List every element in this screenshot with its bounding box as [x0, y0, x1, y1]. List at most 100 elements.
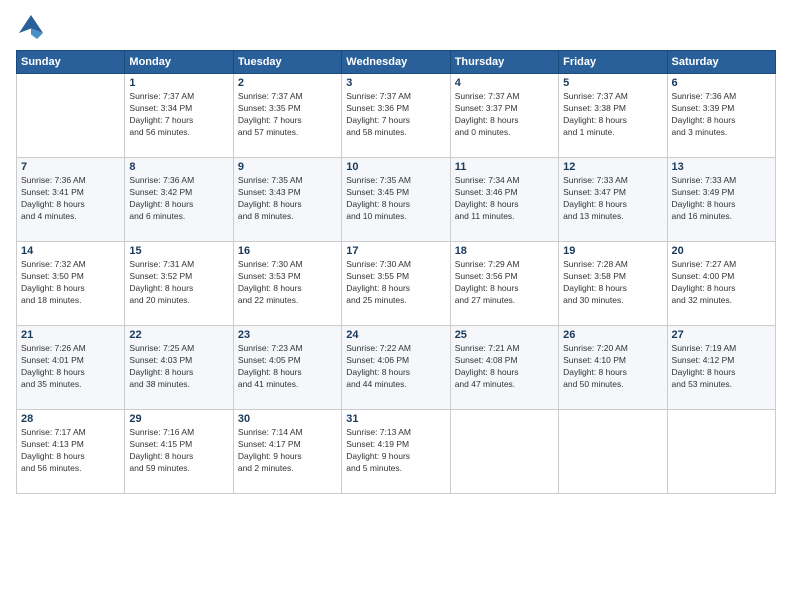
- weekday-header-row: SundayMondayTuesdayWednesdayThursdayFrid…: [17, 51, 776, 74]
- day-info: Sunrise: 7:20 AM Sunset: 4:10 PM Dayligh…: [563, 343, 662, 391]
- header: [16, 12, 776, 42]
- calendar-cell: 9 Sunrise: 7:35 AM Sunset: 3:43 PM Daylig…: [233, 158, 341, 242]
- calendar-cell: 8 Sunrise: 7:36 AM Sunset: 3:42 PM Daylig…: [125, 158, 233, 242]
- day-number: 8: [129, 161, 228, 173]
- week-row-1: 7Sunrise: 7:36 AM Sunset: 3:41 PM Daylig…: [17, 158, 776, 242]
- day-info: Sunrise: 7:29 AM Sunset: 3:56 PM Dayligh…: [455, 259, 554, 307]
- day-info: Sunrise: 7:35 AM Sunset: 3:43 PM Dayligh…: [238, 175, 337, 223]
- day-info: Sunrise: 7:34 AM Sunset: 3:46 PM Dayligh…: [455, 175, 554, 223]
- day-info: Sunrise: 7:28 AM Sunset: 3:58 PM Dayligh…: [563, 259, 662, 307]
- day-number: 2: [238, 77, 337, 89]
- weekday-header-saturday: Saturday: [667, 51, 775, 74]
- day-info: Sunrise: 7:36 AM Sunset: 3:39 PM Dayligh…: [672, 91, 771, 139]
- weekday-header-friday: Friday: [559, 51, 667, 74]
- calendar-cell: 6 Sunrise: 7:36 AM Sunset: 3:39 PM Daylig…: [667, 74, 775, 158]
- day-info: Sunrise: 7:30 AM Sunset: 3:53 PM Dayligh…: [238, 259, 337, 307]
- day-number: 10: [346, 161, 445, 173]
- day-info: Sunrise: 7:17 AM Sunset: 4:13 PM Dayligh…: [21, 427, 120, 475]
- calendar-cell: 24Sunrise: 7:22 AM Sunset: 4:06 PM Dayli…: [342, 326, 450, 410]
- day-number: 1: [129, 77, 228, 89]
- day-number: 24: [346, 329, 445, 341]
- calendar-cell: 28 Sunrise: 7:17 AM Sunset: 4:13 PM Dayli…: [17, 410, 125, 494]
- day-number: 30: [238, 413, 337, 425]
- weekday-header-wednesday: Wednesday: [342, 51, 450, 74]
- calendar-cell: 15 Sunrise: 7:31 AM Sunset: 3:52 PM Dayli…: [125, 242, 233, 326]
- day-number: 23: [238, 329, 337, 341]
- day-info: Sunrise: 7:27 AM Sunset: 4:00 PM Dayligh…: [672, 259, 771, 307]
- day-number: 5: [563, 77, 662, 89]
- calendar-cell: 17 Sunrise: 7:30 AM Sunset: 3:55 PM Dayli…: [342, 242, 450, 326]
- day-number: 15: [129, 245, 228, 257]
- week-row-2: 14 Sunrise: 7:32 AM Sunset: 3:50 PM Dayli…: [17, 242, 776, 326]
- day-info: Sunrise: 7:21 AM Sunset: 4:08 PM Dayligh…: [455, 343, 554, 391]
- calendar-table: SundayMondayTuesdayWednesdayThursdayFrid…: [16, 50, 776, 494]
- weekday-header-thursday: Thursday: [450, 51, 558, 74]
- day-number: 20: [672, 245, 771, 257]
- calendar-cell: 2 Sunrise: 7:37 AM Sunset: 3:35 PM Daylig…: [233, 74, 341, 158]
- week-row-3: 21 Sunrise: 7:26 AM Sunset: 4:01 PM Dayli…: [17, 326, 776, 410]
- calendar-cell: 16Sunrise: 7:30 AM Sunset: 3:53 PM Dayli…: [233, 242, 341, 326]
- day-number: 6: [672, 77, 771, 89]
- logo-icon: [16, 12, 46, 42]
- day-number: 17: [346, 245, 445, 257]
- day-number: 28: [21, 413, 120, 425]
- week-row-4: 28 Sunrise: 7:17 AM Sunset: 4:13 PM Dayli…: [17, 410, 776, 494]
- calendar-cell: 22 Sunrise: 7:25 AM Sunset: 4:03 PM Dayli…: [125, 326, 233, 410]
- day-number: 31: [346, 413, 445, 425]
- calendar-cell: [559, 410, 667, 494]
- day-number: 25: [455, 329, 554, 341]
- day-number: 14: [21, 245, 120, 257]
- day-number: 12: [563, 161, 662, 173]
- day-number: 19: [563, 245, 662, 257]
- calendar-cell: 19 Sunrise: 7:28 AM Sunset: 3:58 PM Dayli…: [559, 242, 667, 326]
- day-info: Sunrise: 7:30 AM Sunset: 3:55 PM Dayligh…: [346, 259, 445, 307]
- day-info: Sunrise: 7:36 AM Sunset: 3:42 PM Dayligh…: [129, 175, 228, 223]
- calendar-cell: 25 Sunrise: 7:21 AM Sunset: 4:08 PM Dayli…: [450, 326, 558, 410]
- weekday-header-sunday: Sunday: [17, 51, 125, 74]
- day-info: Sunrise: 7:14 AM Sunset: 4:17 PM Dayligh…: [238, 427, 337, 475]
- calendar-cell: 31 Sunrise: 7:13 AM Sunset: 4:19 PM Dayli…: [342, 410, 450, 494]
- day-info: Sunrise: 7:13 AM Sunset: 4:19 PM Dayligh…: [346, 427, 445, 475]
- day-number: 22: [129, 329, 228, 341]
- calendar-cell: 3 Sunrise: 7:37 AM Sunset: 3:36 PM Daylig…: [342, 74, 450, 158]
- calendar-cell: 21 Sunrise: 7:26 AM Sunset: 4:01 PM Dayli…: [17, 326, 125, 410]
- day-number: 18: [455, 245, 554, 257]
- calendar-cell: 13Sunrise: 7:33 AM Sunset: 3:49 PM Dayli…: [667, 158, 775, 242]
- day-info: Sunrise: 7:37 AM Sunset: 3:38 PM Dayligh…: [563, 91, 662, 139]
- page: SundayMondayTuesdayWednesdayThursdayFrid…: [0, 0, 792, 612]
- day-number: 21: [21, 329, 120, 341]
- calendar-cell: 30 Sunrise: 7:14 AM Sunset: 4:17 PM Dayli…: [233, 410, 341, 494]
- calendar-cell: 7Sunrise: 7:36 AM Sunset: 3:41 PM Daylig…: [17, 158, 125, 242]
- calendar-cell: 26 Sunrise: 7:20 AM Sunset: 4:10 PM Dayli…: [559, 326, 667, 410]
- day-number: 9: [238, 161, 337, 173]
- day-number: 11: [455, 161, 554, 173]
- day-info: Sunrise: 7:32 AM Sunset: 3:50 PM Dayligh…: [21, 259, 120, 307]
- calendar-cell: [450, 410, 558, 494]
- day-number: 7: [21, 161, 120, 173]
- week-row-0: 1 Sunrise: 7:37 AM Sunset: 3:34 PM Daylig…: [17, 74, 776, 158]
- day-number: 3: [346, 77, 445, 89]
- calendar-cell: 20 Sunrise: 7:27 AM Sunset: 4:00 PM Dayli…: [667, 242, 775, 326]
- day-number: 29: [129, 413, 228, 425]
- logo: [16, 12, 48, 42]
- day-info: Sunrise: 7:16 AM Sunset: 4:15 PM Dayligh…: [129, 427, 228, 475]
- weekday-header-tuesday: Tuesday: [233, 51, 341, 74]
- calendar-cell: [17, 74, 125, 158]
- day-number: 26: [563, 329, 662, 341]
- day-number: 13: [672, 161, 771, 173]
- day-info: Sunrise: 7:19 AM Sunset: 4:12 PM Dayligh…: [672, 343, 771, 391]
- day-info: Sunrise: 7:37 AM Sunset: 3:34 PM Dayligh…: [129, 91, 228, 139]
- day-info: Sunrise: 7:31 AM Sunset: 3:52 PM Dayligh…: [129, 259, 228, 307]
- day-info: Sunrise: 7:37 AM Sunset: 3:36 PM Dayligh…: [346, 91, 445, 139]
- day-info: Sunrise: 7:23 AM Sunset: 4:05 PM Dayligh…: [238, 343, 337, 391]
- calendar-cell: 29 Sunrise: 7:16 AM Sunset: 4:15 PM Dayli…: [125, 410, 233, 494]
- calendar-cell: 10Sunrise: 7:35 AM Sunset: 3:45 PM Dayli…: [342, 158, 450, 242]
- day-info: Sunrise: 7:37 AM Sunset: 3:35 PM Dayligh…: [238, 91, 337, 139]
- calendar-cell: [667, 410, 775, 494]
- day-info: Sunrise: 7:33 AM Sunset: 3:47 PM Dayligh…: [563, 175, 662, 223]
- day-info: Sunrise: 7:25 AM Sunset: 4:03 PM Dayligh…: [129, 343, 228, 391]
- calendar-cell: 12 Sunrise: 7:33 AM Sunset: 3:47 PM Dayli…: [559, 158, 667, 242]
- calendar-cell: 5 Sunrise: 7:37 AM Sunset: 3:38 PM Daylig…: [559, 74, 667, 158]
- day-info: Sunrise: 7:26 AM Sunset: 4:01 PM Dayligh…: [21, 343, 120, 391]
- day-number: 4: [455, 77, 554, 89]
